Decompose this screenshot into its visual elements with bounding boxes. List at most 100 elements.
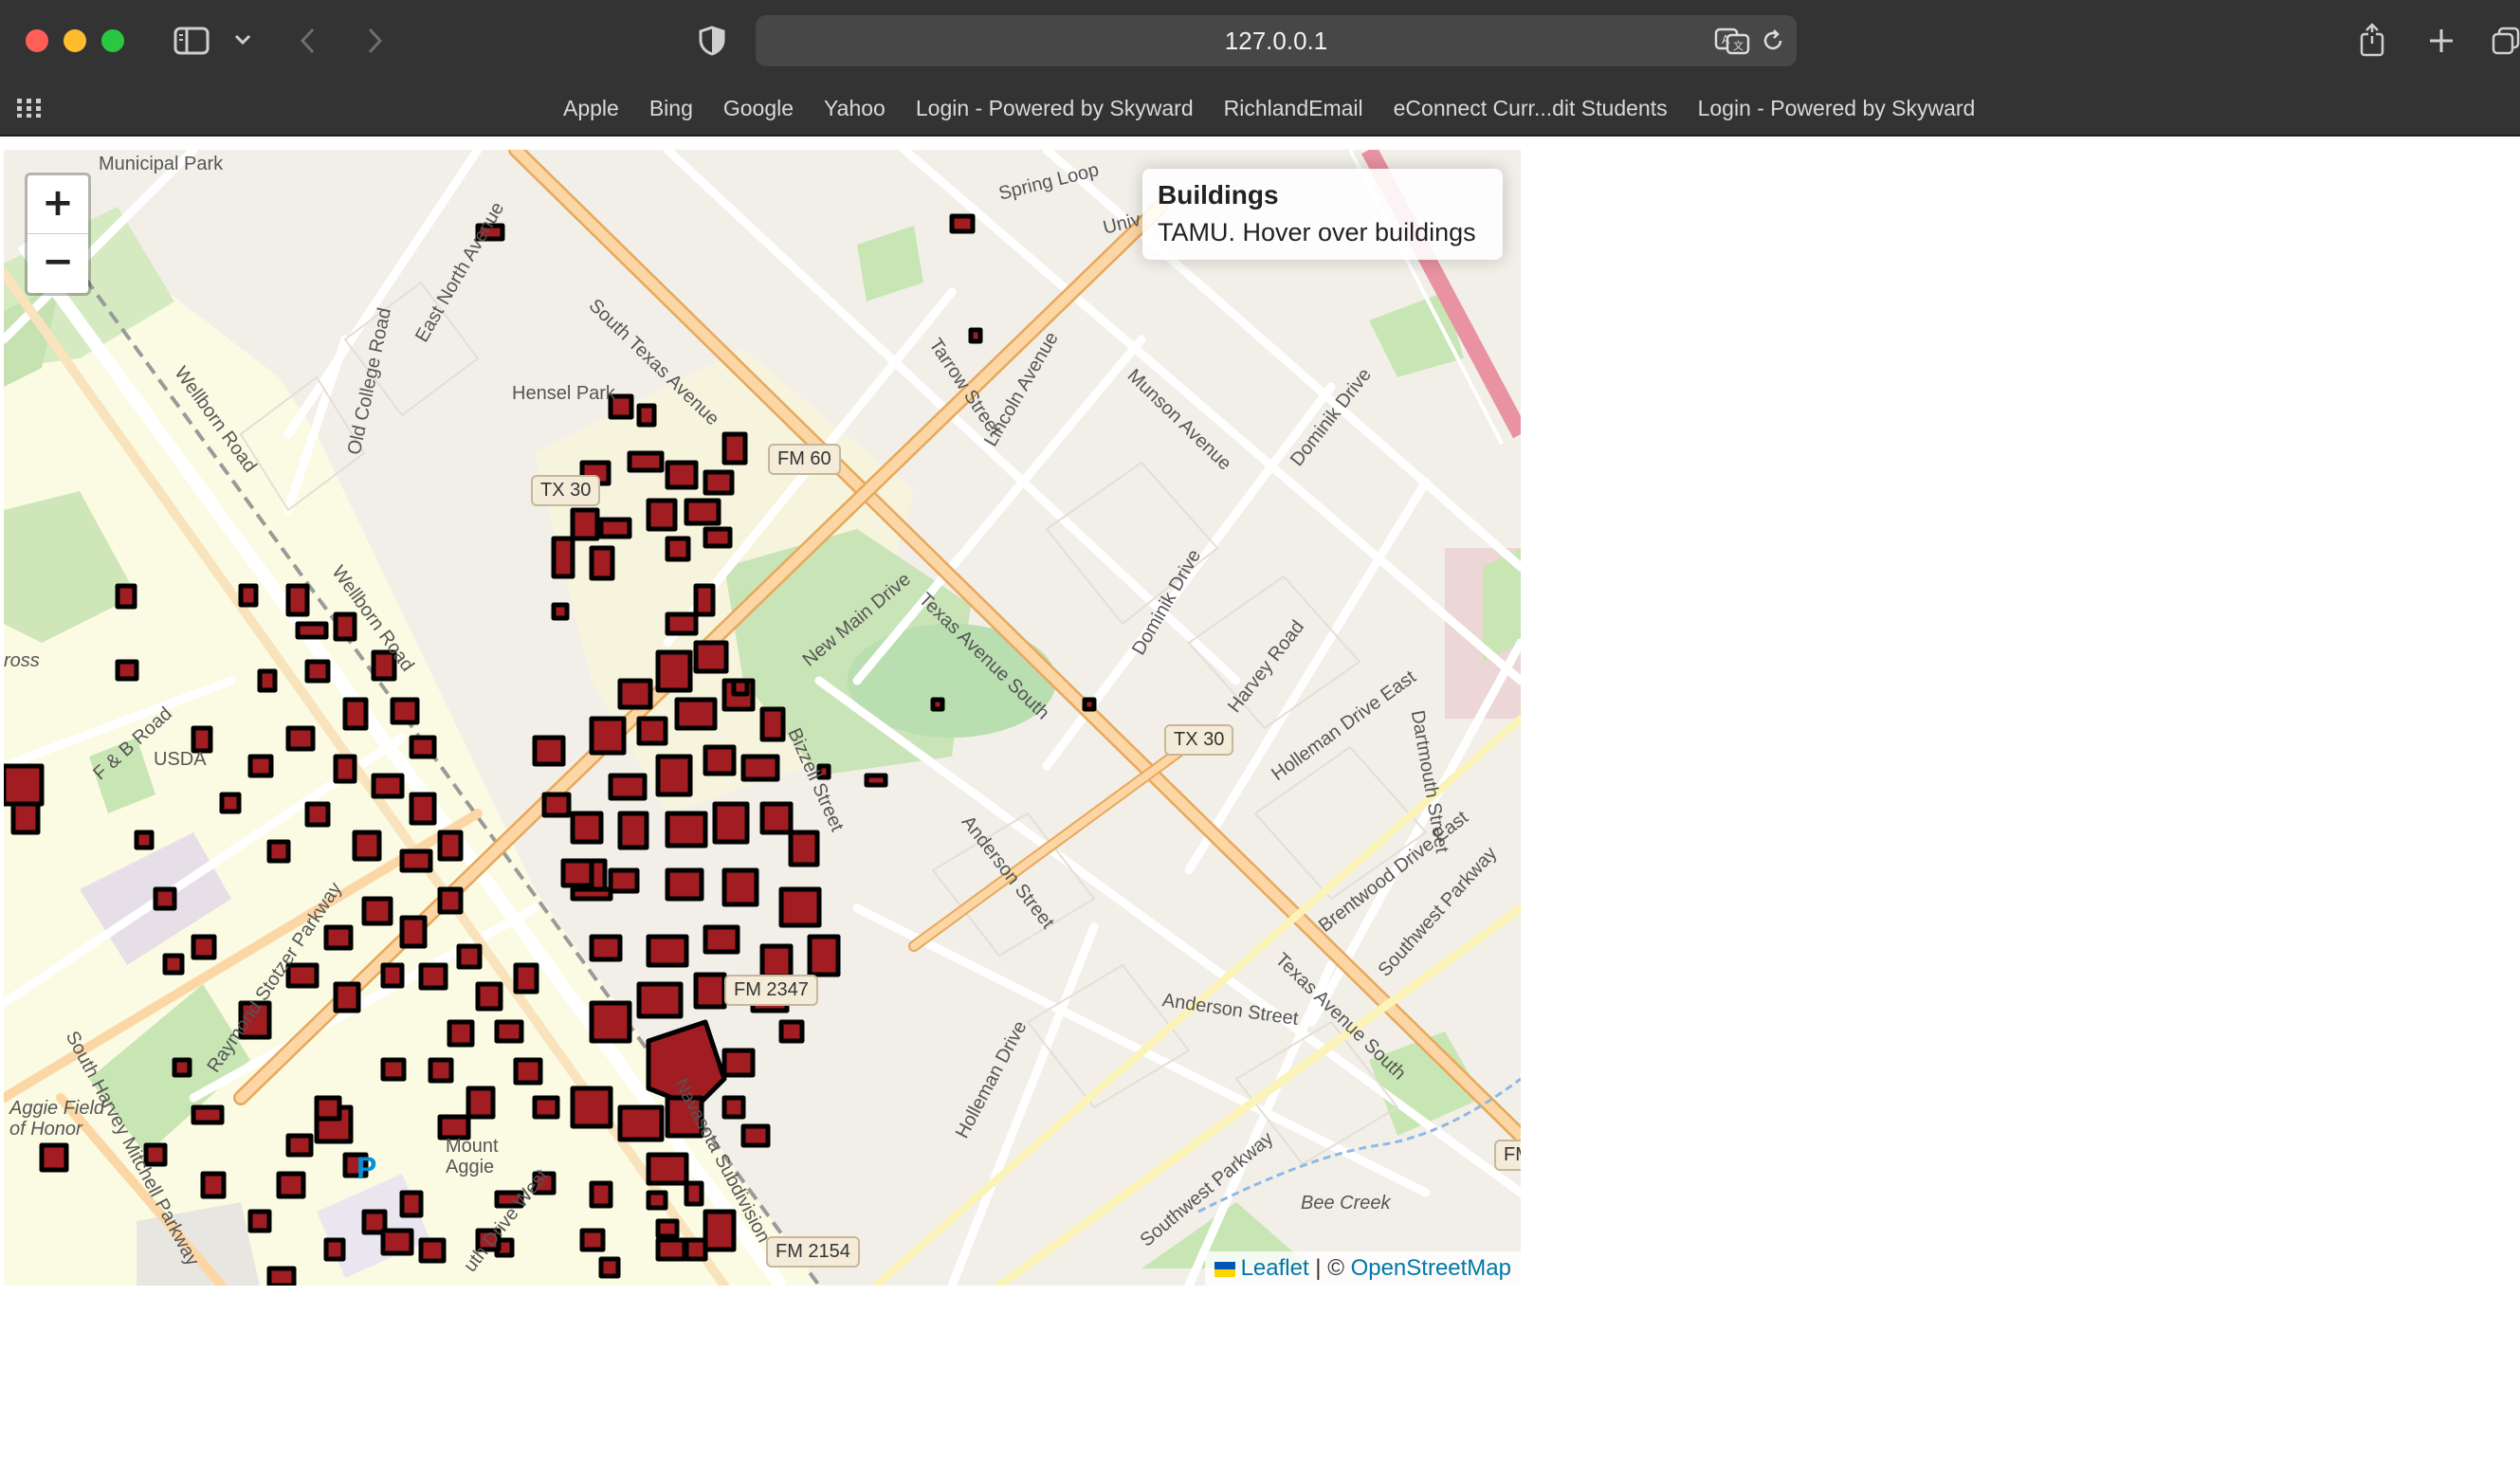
building-polygon[interactable] <box>247 1209 272 1233</box>
building-polygon[interactable] <box>665 811 708 849</box>
building-polygon[interactable] <box>740 1123 771 1148</box>
building-polygon[interactable] <box>39 1142 69 1173</box>
building-polygon[interactable] <box>247 754 274 778</box>
building-polygon[interactable] <box>655 1218 680 1239</box>
building-polygon[interactable] <box>532 735 566 767</box>
forward-icon[interactable] <box>360 23 389 59</box>
building-polygon[interactable] <box>153 886 177 911</box>
building-polygon[interactable] <box>115 659 139 682</box>
bookmark-skyward-2[interactable]: Login - Powered by Skyward <box>1683 96 1991 121</box>
building-polygon[interactable] <box>579 1228 606 1252</box>
building-polygon[interactable] <box>589 545 615 581</box>
building-polygon[interactable] <box>703 924 740 955</box>
building-polygon[interactable] <box>380 962 405 989</box>
building-polygon[interactable] <box>570 1086 613 1129</box>
building-polygon[interactable] <box>437 886 464 915</box>
bookmark-skyward-1[interactable]: Login - Powered by Skyward <box>901 96 1209 121</box>
address-bar[interactable]: 127.0.0.1 A文 <box>756 15 1797 66</box>
building-polygon[interactable] <box>541 792 572 818</box>
building-polygon[interactable] <box>598 1256 621 1279</box>
building-polygon[interactable] <box>646 498 678 532</box>
building-polygon[interactable] <box>589 858 608 892</box>
building-polygon[interactable] <box>333 611 357 642</box>
building-polygon[interactable] <box>759 943 794 979</box>
bookmark-econnect[interactable]: eConnect Curr...dit Students <box>1379 96 1683 121</box>
building-polygon[interactable] <box>864 773 888 788</box>
building-polygon[interactable] <box>409 792 437 826</box>
building-polygon[interactable] <box>646 934 689 968</box>
building-polygon[interactable] <box>930 697 945 712</box>
building-polygon[interactable] <box>684 1237 708 1262</box>
building-polygon[interactable] <box>513 962 539 995</box>
building-polygon[interactable] <box>437 830 464 862</box>
openstreetmap-link[interactable]: OpenStreetMap <box>1351 1255 1511 1281</box>
building-polygon[interactable] <box>304 659 331 684</box>
building-polygon[interactable] <box>314 1095 342 1122</box>
building-polygon[interactable] <box>428 1057 454 1084</box>
building-polygon[interactable] <box>380 1057 407 1082</box>
building-polygon[interactable] <box>1082 697 1097 712</box>
bookmark-google[interactable]: Google <box>708 96 809 121</box>
building-polygon[interactable] <box>674 697 718 731</box>
building-polygon[interactable] <box>238 583 259 608</box>
building-polygon[interactable] <box>589 934 623 962</box>
new-tab-icon[interactable] <box>2425 23 2457 59</box>
building-polygon[interactable] <box>323 924 354 951</box>
sidebar-icon[interactable] <box>171 23 212 59</box>
building-polygon[interactable] <box>778 886 822 928</box>
maximize-window-button[interactable] <box>101 29 124 52</box>
building-polygon[interactable] <box>437 1114 471 1141</box>
building-polygon[interactable] <box>219 792 242 814</box>
zoom-in-button[interactable]: + <box>27 175 88 233</box>
building-polygon[interactable] <box>703 744 737 776</box>
building-polygon[interactable] <box>333 754 357 784</box>
building-polygon[interactable] <box>266 839 291 864</box>
building-polygon[interactable] <box>352 830 382 862</box>
building-polygon[interactable] <box>456 943 483 970</box>
building-polygon[interactable] <box>551 602 570 621</box>
building-polygon[interactable] <box>617 811 649 850</box>
building-polygon[interactable] <box>162 953 185 976</box>
building-polygon[interactable] <box>655 649 693 693</box>
building-polygon[interactable] <box>475 981 503 1012</box>
building-polygon[interactable] <box>665 867 704 902</box>
building-polygon[interactable] <box>636 403 657 428</box>
building-polygon[interactable] <box>257 668 278 693</box>
building-polygon[interactable] <box>513 1057 543 1086</box>
back-icon[interactable] <box>294 23 322 59</box>
building-polygon[interactable] <box>759 801 794 835</box>
building-polygon[interactable] <box>608 773 648 801</box>
building-polygon[interactable] <box>778 1019 805 1044</box>
building-polygon[interactable] <box>608 867 640 894</box>
building-polygon[interactable] <box>646 1152 689 1186</box>
reload-icon[interactable] <box>1759 27 1787 55</box>
building-polygon[interactable] <box>134 830 155 850</box>
building-polygon[interactable] <box>399 915 428 949</box>
building-polygon[interactable] <box>740 754 780 782</box>
building-polygon[interactable] <box>418 962 448 991</box>
bookmark-apple[interactable]: Apple <box>548 96 634 121</box>
building-polygon[interactable] <box>371 773 405 799</box>
building-polygon[interactable] <box>788 830 820 867</box>
building-polygon[interactable] <box>10 801 41 835</box>
building-polygon[interactable] <box>721 867 759 907</box>
building-polygon[interactable] <box>4 763 45 807</box>
building-polygon[interactable] <box>172 1057 192 1078</box>
building-polygon[interactable] <box>285 583 310 617</box>
building-polygon[interactable] <box>494 1019 524 1044</box>
bookmark-richland-email[interactable]: RichlandEmail <box>1209 96 1379 121</box>
building-polygon[interactable] <box>589 1000 632 1044</box>
building-polygon[interactable] <box>191 725 213 754</box>
zoom-out-button[interactable]: − <box>27 233 88 292</box>
grid-icon[interactable] <box>15 95 44 121</box>
building-polygon[interactable] <box>636 716 668 746</box>
building-polygon[interactable] <box>968 327 983 344</box>
building-polygon[interactable] <box>655 1237 687 1262</box>
minimize-window-button[interactable] <box>64 29 86 52</box>
building-polygon[interactable] <box>617 1104 665 1142</box>
building-polygon[interactable] <box>295 621 329 640</box>
building-polygon[interactable] <box>721 431 748 465</box>
building-polygon[interactable] <box>323 1237 346 1262</box>
building-polygon[interactable] <box>333 981 361 1013</box>
building-polygon[interactable] <box>304 801 331 828</box>
